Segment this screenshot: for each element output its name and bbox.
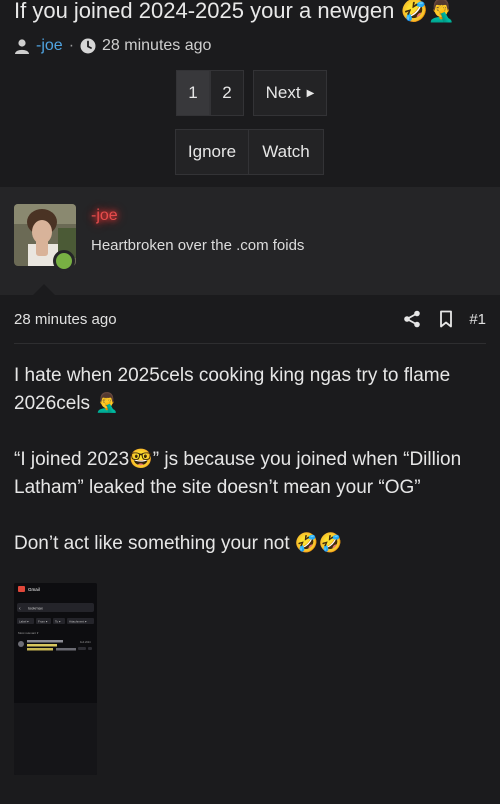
watch-button[interactable]: Watch (249, 129, 324, 175)
post-paragraph: I hate when 2025cels cooking king ngas t… (14, 365, 451, 414)
post-number-link[interactable]: #1 (469, 311, 486, 328)
pagination: 1 2 Next ▶ (176, 70, 327, 116)
attachment-chip: Label ▾ (19, 620, 29, 624)
next-label: Next (265, 83, 301, 102)
image-attachment[interactable]: Gmail ‹ lookmax Label ▾ From ▾ To ▾ Atta… (14, 583, 97, 775)
post-time[interactable]: 28 minutes ago (14, 311, 117, 328)
post-username[interactable]: -joe (91, 207, 118, 225)
clock-icon (80, 38, 96, 54)
gmail-app-name: Gmail (28, 587, 40, 592)
divider (14, 343, 486, 344)
post-user-block: -joe Heartbroken over the .com foids (0, 187, 500, 295)
attachment-chip: To ▾ (55, 620, 61, 624)
thread-title: If you joined 2024-2025 your a newgen 🤣🤦… (14, 0, 456, 23)
page-1-button[interactable]: 1 (176, 70, 210, 116)
user-icon (14, 38, 30, 54)
post-arrow (33, 284, 55, 295)
user-title: Heartbroken over the .com foids (91, 237, 305, 254)
ignore-button[interactable]: Ignore (175, 129, 249, 175)
bookmark-icon[interactable] (439, 310, 453, 328)
post-body: I hate when 2025cels cooking king ngas t… (14, 362, 486, 586)
next-page-button[interactable]: Next ▶ (253, 70, 327, 116)
post-paragraph: Don’t act like something your not 🤣🤣 (14, 533, 343, 554)
thread-actions: Ignore Watch (175, 129, 324, 175)
attachment-chip: From ▾ (38, 620, 48, 624)
thread-meta: -joe · 28 minutes ago (14, 36, 211, 56)
online-status-indicator (53, 250, 75, 272)
post-meta: 28 minutes ago #1 (14, 308, 486, 330)
meta-separator: · (68, 37, 75, 54)
attachment-chip: Attachment ▾ (69, 620, 87, 624)
attachment-result-date: Feb 2024 (80, 641, 91, 644)
caret-right-icon: ▶ (306, 87, 315, 99)
share-icon[interactable] (403, 310, 421, 328)
attachment-search-text: lookmax (28, 606, 43, 611)
attachment-section-label: Most relevant ▾ (18, 631, 39, 635)
thread-author-link[interactable]: -joe (36, 37, 63, 55)
thread-time[interactable]: 28 minutes ago (102, 37, 211, 55)
page-2-button[interactable]: 2 (210, 70, 244, 116)
post-paragraph: “I joined 2023🤓” js because you joined w… (14, 449, 462, 498)
